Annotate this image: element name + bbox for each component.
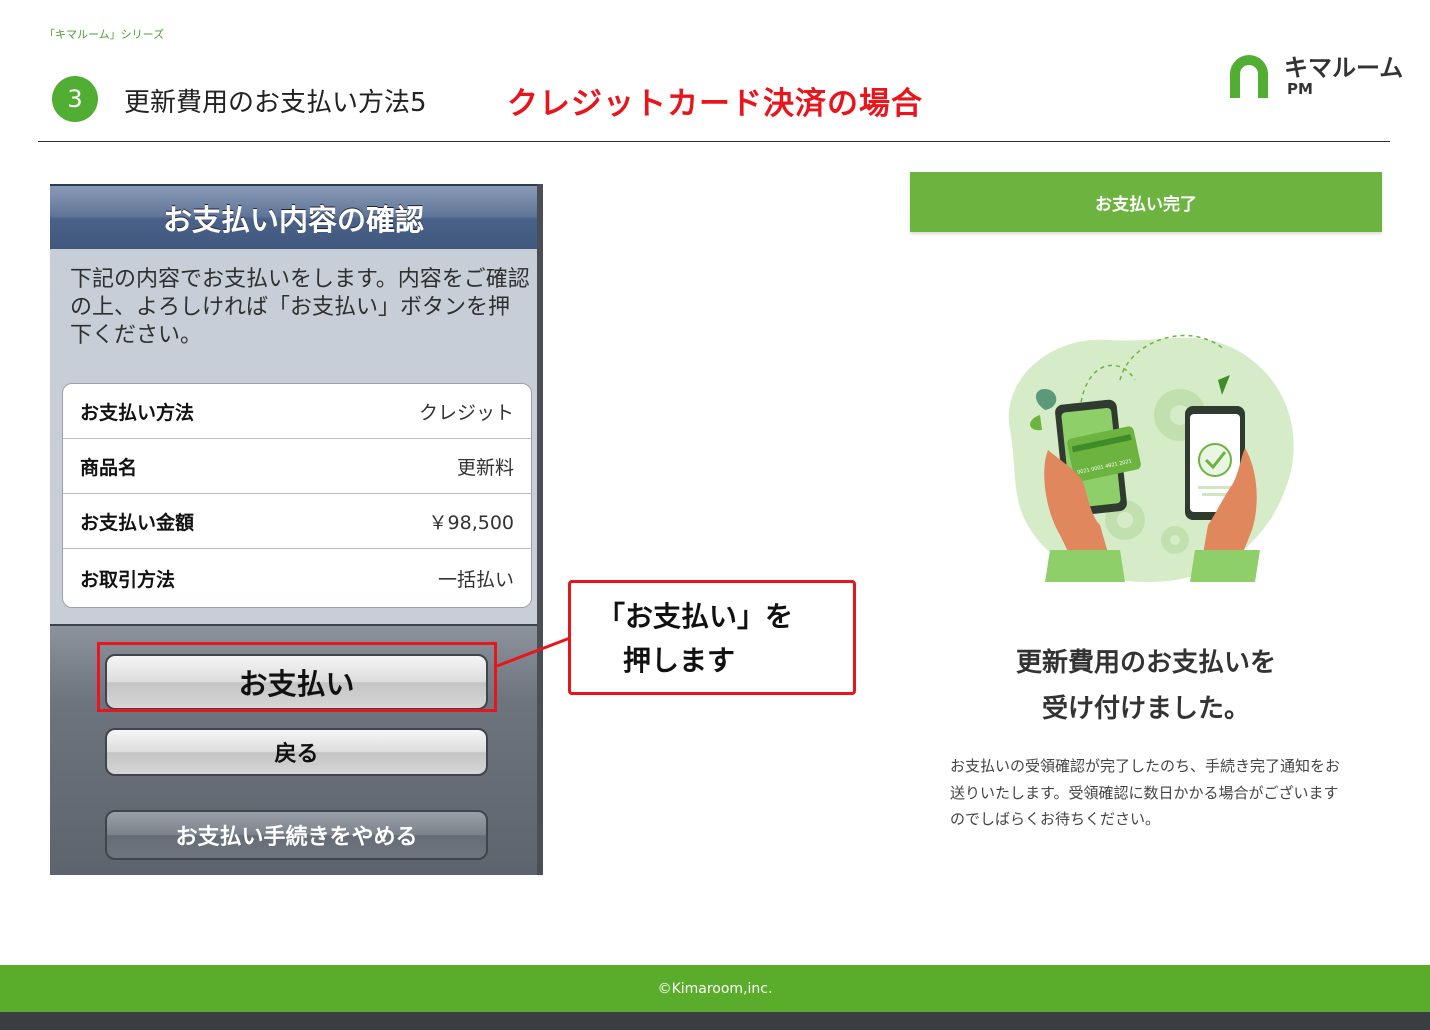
copyright: ©Kimaroom,inc.	[657, 980, 773, 997]
series-label: 「キマルーム」シリーズ	[44, 28, 165, 41]
row-label: お取引方法	[80, 568, 176, 591]
confirm-header-title: お支払い内容の確認	[162, 202, 424, 237]
logo-text: キマルーム	[1284, 54, 1404, 82]
table-row: 商品名 更新料	[63, 439, 531, 494]
phone-payment-illustration: 0021 0001 4921 2021	[1008, 334, 1294, 582]
confirm-description: 下記の内容でお支払いをします。内容をご確認の上、よろしければ「お支払い」ボタンを…	[70, 267, 530, 348]
table-row: お取引方法 一括払い	[63, 549, 531, 607]
cancel-button-label: お支払い手続きをやめる	[175, 825, 418, 850]
step-number-badge: 3	[52, 76, 98, 122]
back-button-label: 戻る	[274, 742, 319, 767]
screen-edge	[537, 184, 543, 875]
received-line-2: 受け付けました。	[1041, 694, 1250, 724]
back-button[interactable]: 戻る	[105, 728, 488, 776]
row-label: お支払い方法	[80, 401, 195, 424]
received-line-1: 更新費用のお支払いを	[1015, 648, 1276, 678]
footer: ©Kimaroom,inc.	[0, 965, 1430, 1012]
row-label: 商品名	[80, 456, 138, 479]
pay-button-highlight	[97, 642, 497, 712]
received-message: 更新費用のお支払いを 受け付けました。	[910, 640, 1382, 732]
page-subtitle: クレジットカード決済の場合	[507, 86, 923, 122]
logo-sub-text: PM	[1287, 80, 1313, 98]
row-value: 一括払い	[437, 568, 514, 591]
payment-complete-label: お支払い完了	[1095, 194, 1197, 215]
table-row: お支払い金額 ￥98,500	[63, 494, 531, 549]
kimaroom-logo: キマルーム PM	[1222, 46, 1403, 106]
confirm-header: お支払い内容の確認	[50, 184, 537, 249]
payment-complete-bar: お支払い完了	[910, 172, 1382, 232]
payment-details-table: お支払い方法 クレジット 商品名 更新料 お支払い金額 ￥98,500 お取引方…	[62, 383, 532, 608]
table-row: お支払い方法 クレジット	[63, 384, 531, 439]
callout-line-2: 押します	[623, 644, 736, 677]
cancel-payment-button[interactable]: お支払い手続きをやめる	[105, 810, 488, 860]
page-title: 更新費用のお支払い方法5	[124, 88, 427, 118]
callout-line-1: 「お支払い」を	[597, 600, 794, 633]
row-value: 更新料	[456, 456, 514, 479]
logo-mark-icon	[1230, 55, 1268, 98]
row-value: ￥98,500	[428, 511, 514, 534]
instruction-callout: 「お支払い」を 押します	[568, 580, 856, 695]
row-value: クレジット	[418, 401, 514, 424]
footer-bottom-strip	[0, 1012, 1430, 1030]
header-divider	[38, 141, 1390, 142]
received-note: お支払いの受領確認が完了したのち、手続き完了通知をお送りいたします。受領確認に数…	[950, 757, 1341, 828]
row-label: お支払い金額	[80, 511, 195, 534]
